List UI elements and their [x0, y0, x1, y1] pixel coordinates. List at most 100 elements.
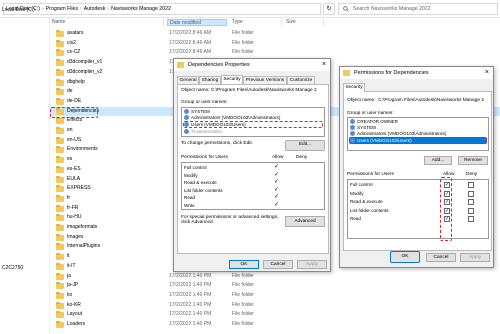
list-item-users[interactable]: Users (VMDOO103\Users) [183, 121, 323, 128]
refresh-icon[interactable]: ↻ [323, 3, 335, 15]
file-name: ja [67, 272, 71, 279]
properties-titlebar: Dependencies Properties × [174, 59, 330, 71]
remove-button[interactable]: Remove [458, 156, 488, 165]
permissions-label: Permissions for Users [347, 172, 394, 177]
table-row[interactable]: avatars 17/2/2022 8:46 AM File folder [50, 29, 500, 38]
file-name: fr-FR [67, 204, 79, 211]
file-name: dbghelp [67, 78, 85, 85]
folder-icon [56, 272, 64, 280]
file-name: Environments [67, 146, 98, 153]
advanced-button[interactable]: Advanced [285, 216, 325, 227]
security-panel: Object name: C:\Program Files\Autodesk\N… [177, 84, 329, 254]
file-name: avatars [67, 30, 84, 36]
ok-button[interactable]: OK [229, 260, 259, 269]
deny-checkbox[interactable] [468, 199, 474, 205]
permissions-label: Permissions for Users [181, 155, 228, 160]
list-item[interactable]: Administrators (VMDOO103\Administrators) [350, 131, 446, 136]
permission-row: Read & execute [350, 199, 383, 204]
file-type: File folder [232, 321, 254, 327]
file-type: File folder [232, 39, 254, 46]
user-icon [184, 109, 189, 114]
column-date-modified[interactable]: Date modified [167, 19, 227, 26]
address-part[interactable]: Autodesk [84, 6, 106, 12]
user-icon [184, 129, 189, 134]
deny-checkbox[interactable] [468, 216, 474, 222]
table-row[interactable]: Layout 17/2/2022 1:40 PM File folder [50, 310, 500, 319]
file-name: d3dcompiler_v1 [67, 59, 103, 66]
file-date: 17/2/2022 1:40 PM [169, 301, 212, 308]
close-icon[interactable]: × [485, 67, 489, 79]
permission-row: List folder contents [184, 188, 223, 193]
deny-checkbox[interactable] [468, 182, 474, 188]
permission-label: Modify [184, 172, 198, 178]
tab-sharing[interactable]: Sharing [199, 76, 221, 84]
add-button[interactable]: Add... [424, 156, 452, 165]
deny-checkbox[interactable] [468, 190, 474, 197]
permission-row: Modify [350, 191, 364, 196]
object-name-label: Object name: C:\Program Files\Autodesk\N… [347, 98, 485, 103]
address-part[interactable]: Program Files [46, 6, 78, 12]
edit-button[interactable]: Edit... [285, 140, 325, 151]
tab-general[interactable]: General [177, 76, 199, 84]
deny-checkbox[interactable] [468, 207, 474, 214]
close-icon[interactable]: × [322, 59, 326, 71]
ok-button[interactable]: OK [390, 251, 420, 263]
table-row[interactable]: cs-CZ 17/2/2022 8:46 AM File folder [50, 48, 500, 57]
permission-row: Modify [184, 173, 198, 178]
folder-icon [56, 224, 64, 231]
cancel-button[interactable]: Cancel [263, 260, 293, 269]
permission-label: Full control [350, 182, 373, 187]
address-bar[interactable]: Local Disk (C:) › Program Files › Autodesk… [3, 3, 321, 15]
table-row[interactable]: ko 17/2/2022 1:40 PM File folder [50, 291, 500, 300]
table-row[interactable]: ja 17/2/2022 1:40 PM File folder [50, 272, 500, 281]
table-row[interactable]: cis2 17/2/2022 8:46 AM File folder [50, 39, 500, 48]
folder-icon [56, 30, 64, 37]
address-part[interactable]: Navisworks Manage 2022 [111, 6, 171, 12]
file-name: it [67, 253, 70, 260]
tab-previous-versions[interactable]: Previous Versions [243, 76, 287, 84]
apply-button[interactable]: Apply [460, 253, 490, 262]
search-input[interactable]: Search Navisworks Manage 2022 [338, 3, 498, 15]
folder-icon [343, 70, 350, 76]
user-list[interactable]: CREATOR OWNER SYSTEM Administrators (VMD… [347, 117, 489, 151]
list-item-users-selected[interactable]: Users (VMDOO103\Users) [349, 137, 487, 144]
tab-security[interactable]: Security [343, 83, 365, 92]
column-name[interactable]: Name [50, 19, 164, 26]
list-item[interactable]: TrustedInstaller [184, 129, 223, 134]
file-type: File folder [232, 282, 254, 289]
permission-row: Read [184, 195, 195, 200]
list-item[interactable]: SYSTEM [184, 109, 210, 114]
table-row[interactable]: ja-JP 17/2/2022 1:40 PM File folder [50, 281, 500, 290]
nav-item-computer[interactable]: C2C2750 [2, 265, 23, 271]
cancel-button[interactable]: Cancel [426, 253, 456, 262]
table-row[interactable]: ko-KR 17/2/2022 1:40 PM File folder [50, 301, 500, 310]
tab-customize[interactable]: Customize [287, 76, 315, 84]
file-name: Layout [67, 311, 83, 318]
column-type[interactable]: Type [230, 19, 282, 26]
folder-icon [56, 39, 64, 47]
table-row[interactable]: Loaders 17/2/2022 1:40 PM File folder [50, 320, 500, 329]
chevron-right-icon: › [80, 6, 82, 12]
column-size[interactable]: Size [284, 19, 324, 26]
allow-check-icon: ✓ [274, 194, 280, 200]
nav-item-local-disk[interactable]: Local Disk (C:) [2, 7, 35, 13]
list-item[interactable]: Administrators (VMDOO103\Administrators) [184, 115, 280, 120]
file-name: es-ES [67, 165, 81, 172]
folder-icon [56, 291, 64, 299]
apply-button[interactable]: Apply [297, 260, 327, 269]
folder-icon [56, 253, 64, 261]
list-item[interactable]: SYSTEM [350, 125, 376, 130]
tab-security[interactable]: Security [221, 75, 243, 84]
file-name: en [67, 127, 73, 133]
file-type: File folder [232, 291, 254, 298]
folder-icon [56, 204, 64, 212]
user-list[interactable]: SYSTEM Administrators (VMDOO103\Administ… [181, 107, 325, 137]
perm-security-panel: Object name: C:\Program Files\Autodesk\N… [343, 91, 492, 251]
file-type: File folder [232, 272, 254, 279]
file-type: File folder [232, 311, 254, 318]
user-icon [350, 131, 355, 136]
chevron-right-icon: › [107, 6, 110, 12]
dependencies-highlight [50, 107, 98, 118]
folder-icon [56, 146, 64, 154]
list-item[interactable]: CREATOR OWNER [350, 119, 398, 124]
